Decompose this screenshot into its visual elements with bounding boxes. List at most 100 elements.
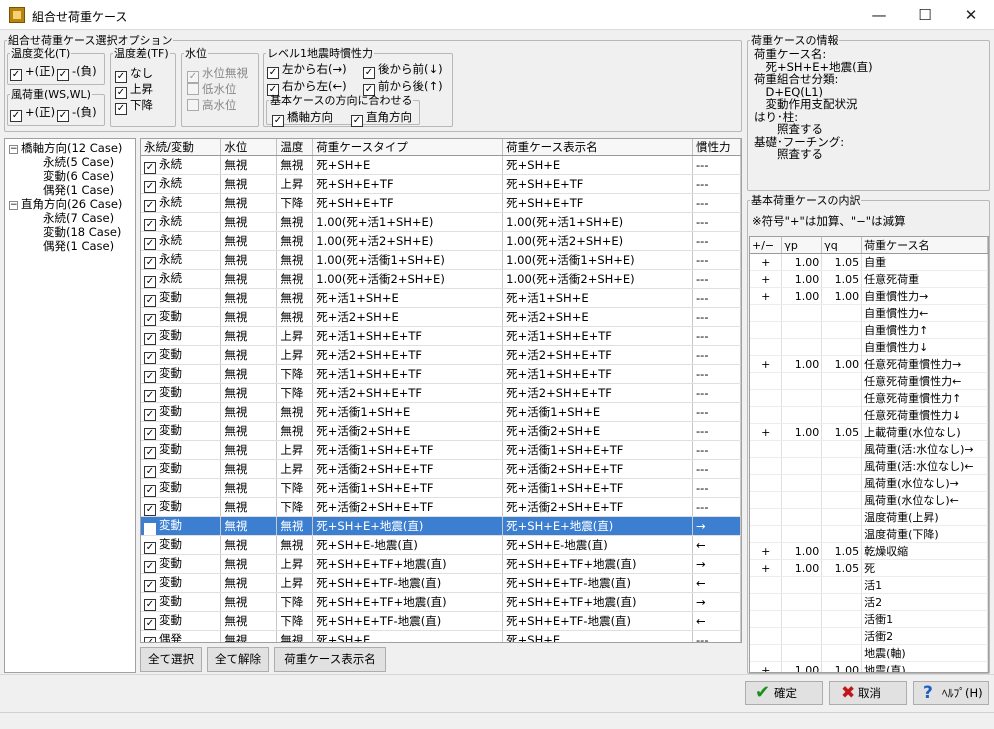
column-header[interactable]: 永続/変動	[141, 139, 222, 156]
table-row[interactable]: ✓ 変動 無視 下降 死+活衝1+SH+E+TF 死+活衝1+SH+E+TF ---	[141, 478, 741, 498]
breakdown-cell	[781, 389, 823, 407]
breakdown-cell	[750, 576, 783, 594]
inertia-b2f-checkbox[interactable]: ✓ 後から前(↓)	[363, 61, 443, 79]
row-checkbox-icon[interactable]: ✓	[144, 333, 156, 345]
temp-change-plus-checkbox[interactable]: ✓ +(正)	[10, 63, 55, 81]
table-cell: ✓ 変動	[141, 402, 222, 422]
row-checkbox-icon[interactable]: ✓	[144, 542, 156, 554]
table-row[interactable]: ✓ 変動 無視 無視 死+SH+E-地震(直) 死+SH+E-地震(直) ←	[141, 535, 741, 555]
table-row[interactable]: ✓ 変動 無視 上昇 死+活衝2+SH+E+TF 死+活衝2+SH+E+TF ---	[141, 459, 741, 479]
row-checkbox-icon[interactable]: ✓	[144, 295, 156, 307]
close-button[interactable]: ✕	[948, 0, 994, 30]
cell-text: 変動	[159, 385, 182, 399]
table-row[interactable]: ✓ 変動 無視 無視 死+SH+E+地震(直) 死+SH+E+地震(直) →	[141, 516, 741, 536]
row-checkbox-icon[interactable]: ✓	[144, 428, 156, 440]
wind-minus-checkbox[interactable]: ✓ -(負)	[57, 104, 97, 122]
row-checkbox-icon[interactable]: ✓	[144, 618, 156, 630]
table-row[interactable]: ✓ 変動 無視 上昇 死+SH+E+TF-地震(直) 死+SH+E+TF-地震(直) ←	[141, 573, 741, 593]
table-row[interactable]: ✓ 偶発 無視 無視 死+SH+E 死+SH+E ---	[141, 630, 741, 642]
select-all-button[interactable]: 全て選択	[140, 647, 202, 672]
table-row[interactable]: ✓ 変動 無視 無視 死+活衝1+SH+E 死+活衝1+SH+E ---	[141, 402, 741, 422]
collapse-icon[interactable]: −	[9, 201, 18, 210]
breakdown-cell	[781, 372, 823, 390]
row-checkbox-icon[interactable]: ✓	[144, 238, 156, 250]
breakdown-cell	[781, 474, 823, 492]
row-checkbox-icon[interactable]: ✓	[144, 409, 156, 421]
row-checkbox-icon[interactable]: ✓	[144, 257, 156, 269]
row-checkbox-icon[interactable]: ✓	[144, 371, 156, 383]
row-checkbox-icon[interactable]: ✓	[144, 637, 156, 642]
table-row[interactable]: ✓ 変動 無視 上昇 死+活衝1+SH+E+TF 死+活衝1+SH+E+TF ---	[141, 440, 741, 460]
minimize-button[interactable]: —	[856, 0, 902, 30]
table-row[interactable]: ✓ 変動 無視 無視 死+活2+SH+E 死+活2+SH+E ---	[141, 307, 741, 327]
row-checkbox-icon[interactable]: ✓	[144, 485, 156, 497]
table-row[interactable]: ✓ 永続 無視 下降 死+SH+E+TF 死+SH+E+TF ---	[141, 193, 741, 213]
breakdown-cell: 風荷重(水位なし)→	[861, 474, 988, 492]
row-checkbox-icon[interactable]: ✓	[144, 580, 156, 592]
table-row[interactable]: ✓ 変動 無視 無視 死+活衝2+SH+E 死+活衝2+SH+E ---	[141, 421, 741, 441]
column-header[interactable]: 荷重ケースタイプ	[312, 139, 504, 156]
table-row[interactable]: ✓ 変動 無視 無視 死+活1+SH+E 死+活1+SH+E ---	[141, 288, 741, 308]
inertia-l2r-checkbox[interactable]: ✓ 左から右(→)	[267, 61, 347, 79]
table-cell: 死+活衝2+SH+E+TF	[502, 459, 694, 479]
case-grid[interactable]: 永続/変動 水位 温度 荷重ケースタイプ 荷重ケース表示名 慣性力 ✓ 永続 無視 無視 死+SH…	[140, 138, 742, 643]
temp-change-minus-checkbox[interactable]: ✓ -(負)	[57, 63, 97, 81]
table-row[interactable]: ✓ 永続 無視 無視 1.00(死+活衝2+SH+E) 1.00(死+活衝2+SH+E) -…	[141, 269, 741, 289]
row-checkbox-icon[interactable]: ✓	[144, 314, 156, 326]
wind-plus-checkbox[interactable]: ✓ +(正)	[10, 104, 55, 122]
table-row[interactable]: ✓ 永続 無視 上昇 死+SH+E+TF 死+SH+E+TF ---	[141, 174, 741, 194]
table-row[interactable]: ✓ 変動 無視 上昇 死+SH+E+TF+地震(直) 死+SH+E+TF+地震(直) →	[141, 554, 741, 574]
ok-button[interactable]: ✔ 確定	[745, 681, 823, 705]
table-cell: 無視	[220, 535, 278, 555]
table-row[interactable]: ✓ 変動 無視 下降 死+活2+SH+E+TF 死+活2+SH+E+TF ---	[141, 383, 741, 403]
row-checkbox-icon[interactable]: ✓	[144, 219, 156, 231]
row-checkbox-icon[interactable]: ✓	[144, 466, 156, 478]
clear-all-button[interactable]: 全て解除	[207, 647, 269, 672]
table-row[interactable]: ✓ 永続 無視 無視 1.00(死+活2+SH+E) 1.00(死+活2+SH+E) ---	[141, 231, 741, 251]
row-checkbox-icon[interactable]: ✓	[144, 504, 156, 516]
collapse-icon[interactable]: −	[9, 145, 18, 154]
maximize-button[interactable]: ☐	[902, 0, 948, 30]
case-tree[interactable]: − 橋軸方向(12 Case) 永続(5 Case) 変動(6 Case) 偶発(…	[4, 138, 136, 673]
cell-text: 下降	[280, 386, 304, 400]
row-checkbox-icon[interactable]: ✓	[144, 390, 156, 402]
table-row[interactable]: ✓ 変動 無視 下降 死+SH+E+TF-地震(直) 死+SH+E+TF-地震(直) ←	[141, 611, 741, 631]
table-row[interactable]: ✓ 永続 無視 無視 1.00(死+活衝1+SH+E) 1.00(死+活衝1+SH+E) -…	[141, 250, 741, 270]
row-checkbox-icon[interactable]: ✓	[144, 162, 156, 174]
breakdown-table-container[interactable]: +/− γp γq 荷重ケース名 +1.00 1.05 自重 +1.00 1.05 任意死荷重 +…	[749, 236, 989, 673]
table-row[interactable]: ✓ 永続 無視 無視 死+SH+E 死+SH+E ---	[141, 155, 741, 175]
breakdown-row: 任意死荷重慣性力←	[750, 372, 988, 390]
column-header[interactable]: 温度	[276, 139, 314, 156]
table-cell: 無視	[220, 383, 278, 403]
temp-diff-down-checkbox[interactable]: ✓ 下降	[115, 97, 153, 115]
table-row[interactable]: ✓ 変動 無視 上昇 死+活2+SH+E+TF 死+活2+SH+E+TF ---	[141, 345, 741, 365]
breakdown-cell	[781, 576, 823, 594]
row-checkbox-icon[interactable]: ✓	[144, 276, 156, 288]
table-row[interactable]: ✓ 変動 無視 下降 死+活衝2+SH+E+TF 死+活衝2+SH+E+TF ---	[141, 497, 741, 517]
cancel-button[interactable]: ✖ 取消	[829, 681, 907, 705]
table-cell: 死+活衝1+SH+E+TF	[502, 478, 694, 498]
row-checkbox-icon[interactable]: ✓	[144, 181, 156, 193]
row-checkbox-icon[interactable]: ✓	[144, 447, 156, 459]
table-row[interactable]: ✓ 変動 無視 下降 死+SH+E+TF+地震(直) 死+SH+E+TF+地震(直) →	[141, 592, 741, 612]
table-cell: 無視	[220, 364, 278, 384]
base-dir-perp-checkbox[interactable]: ✓ 直角方向	[351, 109, 412, 127]
row-checkbox-icon[interactable]: ✓	[144, 200, 156, 212]
display-name-button[interactable]: 荷重ケース表示名	[274, 647, 386, 672]
water-low-checkbox[interactable]: 低水位	[187, 81, 237, 97]
table-row[interactable]: ✓ 変動 無視 下降 死+活1+SH+E+TF 死+活1+SH+E+TF ---	[141, 364, 741, 384]
column-header[interactable]: 荷重ケース表示名	[502, 139, 694, 156]
row-checkbox-icon[interactable]: ✓	[144, 599, 156, 611]
water-high-checkbox[interactable]: 高水位	[187, 97, 237, 113]
base-dir-bridge-checkbox[interactable]: ✓ 橋軸方向	[272, 109, 333, 127]
row-checkbox-icon[interactable]: ✓	[144, 352, 156, 364]
tree-node-perp-accidental[interactable]: 偶発(1 Case)	[43, 238, 114, 254]
column-header[interactable]: 慣性力	[692, 139, 741, 156]
table-cell: 無視	[276, 250, 314, 270]
help-button[interactable]: ? ﾍﾙﾌﾟ(H)	[913, 681, 989, 705]
column-header[interactable]: 水位	[220, 139, 278, 156]
row-checkbox-icon[interactable]: ✓	[144, 561, 156, 573]
table-row[interactable]: ✓ 永続 無視 無視 1.00(死+活1+SH+E) 1.00(死+活1+SH+E) ---	[141, 212, 741, 232]
row-checkbox-icon[interactable]: ✓	[144, 523, 156, 535]
table-row[interactable]: ✓ 変動 無視 上昇 死+活1+SH+E+TF 死+活1+SH+E+TF ---	[141, 326, 741, 346]
